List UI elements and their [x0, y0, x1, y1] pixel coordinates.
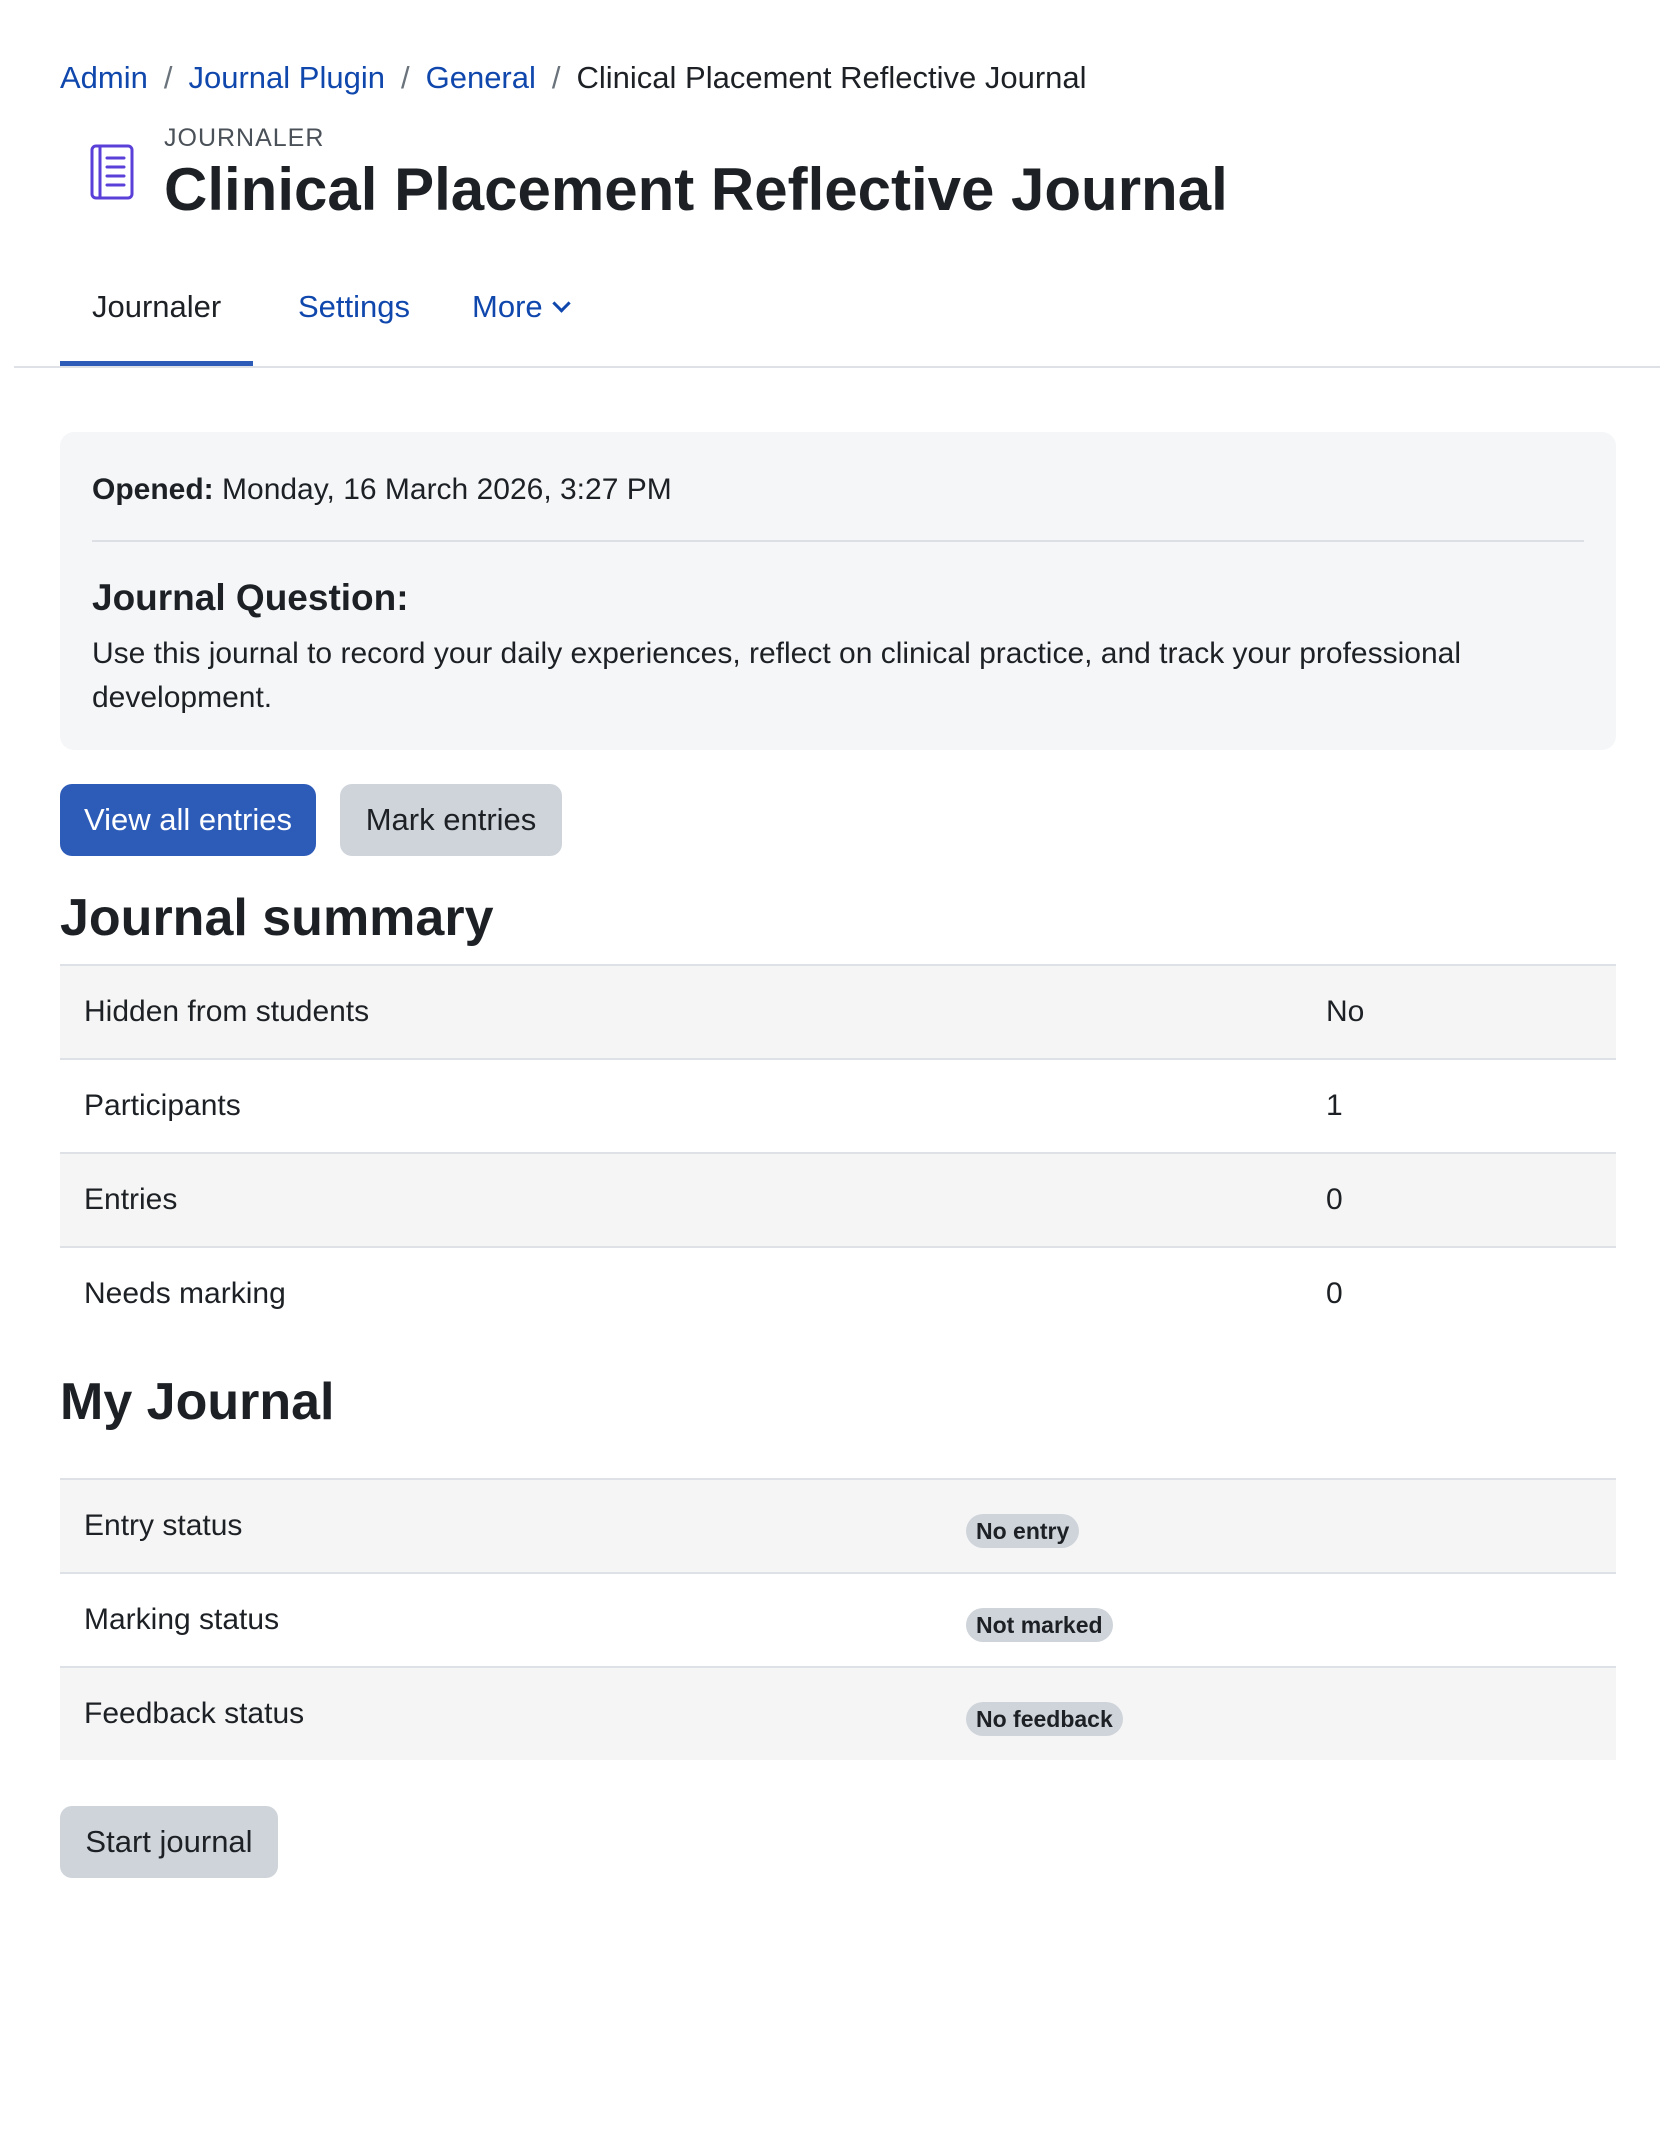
journal-summary-table: Hidden from students No Participants 1 E…	[60, 964, 1616, 1340]
tab-more-label: More	[472, 289, 543, 324]
journal-info-panel: Opened: Monday, 16 March 2026, 3:27 PM J…	[60, 432, 1616, 750]
my-journal-table: Entry status No entry Marking status Not…	[60, 1478, 1616, 1760]
tab-journaler[interactable]: Journaler	[60, 262, 254, 366]
breadcrumb-separator: /	[400, 60, 410, 95]
row-label: Participants	[84, 1089, 241, 1122]
breadcrumb-admin[interactable]: Admin	[60, 56, 148, 100]
tab-journaler-label: Journaler	[92, 289, 222, 324]
journal-icon	[86, 142, 138, 202]
table-row: Marking status Not marked	[60, 1574, 1616, 1668]
row-value: 0	[1326, 1277, 1343, 1310]
table-row: Needs marking 0	[60, 1248, 1616, 1340]
secondary-navigation: Journaler Settings More	[14, 262, 1660, 368]
chevron-down-icon	[551, 294, 571, 313]
table-row: Entries 0	[60, 1154, 1616, 1248]
table-row: Feedback status No feedback	[60, 1668, 1616, 1760]
row-label: Entries	[84, 1183, 178, 1216]
journal-question-text: Use this journal to record your daily ex…	[92, 637, 1461, 714]
table-row: Entry status No entry	[60, 1480, 1616, 1574]
breadcrumb: Admin / Journal Plugin / General / Clini…	[60, 56, 1087, 100]
journal-summary-heading: Journal summary	[60, 889, 494, 947]
status-badge: Not marked	[966, 1608, 1113, 1642]
tab-settings-label: Settings	[298, 289, 411, 324]
tab-settings[interactable]: Settings	[266, 262, 442, 366]
row-value: 1	[1326, 1089, 1343, 1122]
row-value: No	[1326, 995, 1365, 1028]
mark-entries-button[interactable]: Mark entries	[340, 784, 562, 856]
row-label: Entry status	[84, 1509, 243, 1542]
page-title: Clinical Placement Reflective Journal	[164, 156, 1228, 223]
breadcrumb-separator: /	[163, 60, 173, 95]
status-badge: No feedback	[966, 1702, 1123, 1736]
divider	[92, 540, 1584, 542]
table-row: Hidden from students No	[60, 966, 1616, 1060]
row-label: Hidden from students	[84, 995, 370, 1028]
table-row: Participants 1	[60, 1060, 1616, 1154]
start-journal-button[interactable]: Start journal	[60, 1806, 278, 1878]
status-badge: No entry	[966, 1514, 1080, 1548]
opened-label: Opened:	[92, 473, 214, 506]
row-value: 0	[1326, 1183, 1343, 1216]
breadcrumb-general[interactable]: General	[426, 56, 536, 100]
my-journal-heading: My Journal	[60, 1373, 335, 1431]
view-all-entries-button[interactable]: View all entries	[60, 784, 316, 856]
opened-date: Opened: Monday, 16 March 2026, 3:27 PM	[92, 468, 672, 512]
journal-question-heading: Journal Question:	[92, 577, 409, 618]
module-name: JOURNALER	[164, 124, 325, 152]
breadcrumb-current: Clinical Placement Reflective Journal	[576, 60, 1087, 95]
row-label: Feedback status	[84, 1697, 305, 1730]
breadcrumb-journal-plugin[interactable]: Journal Plugin	[189, 56, 385, 100]
breadcrumb-separator: /	[551, 60, 561, 95]
opened-value: Monday, 16 March 2026, 3:27 PM	[222, 473, 672, 506]
row-label: Needs marking	[84, 1277, 286, 1310]
tab-more[interactable]: More	[440, 262, 600, 366]
row-label: Marking status	[84, 1603, 280, 1636]
